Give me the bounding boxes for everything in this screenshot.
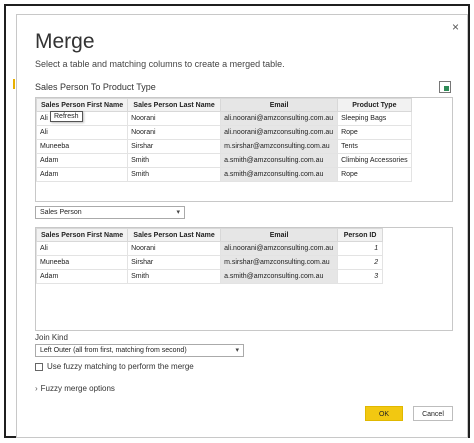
column-header-last-name[interactable]: Sales Person Last Name [127,98,222,112]
table-cell: Noorani [127,241,222,256]
first-table-grid: Sales Person First Name Sales Person Las… [36,98,412,182]
table-cell: Smith [127,167,222,182]
table-cell: a.smith@amzconsulting.com.au [220,269,339,284]
column-header-email[interactable]: Email [220,98,339,112]
table-cell: Muneeba [36,255,129,270]
second-table-grid: Sales Person First Name Sales Person Las… [36,228,384,284]
refresh-tooltip: Refresh [50,111,83,122]
chevron-right-icon: › [35,384,38,393]
fuzzy-merge-options-toggle[interactable]: › Fuzzy merge options [35,384,115,393]
column-header-email[interactable]: Email [220,228,339,242]
table-cell: ali.noorani@amzconsulting.com.au [220,125,339,140]
chevron-down-icon: ▾ [235,347,239,354]
first-table-preview: Sales Person First Name Sales Person Las… [35,97,453,202]
table-cell: Noorani [127,125,222,140]
fuzzy-matching-row: Use fuzzy matching to perform the merge [35,362,194,371]
table-cell: Noorani [127,111,222,126]
table-cell: Tents [337,139,412,154]
join-kind-value: Left Outer (all from first, matching fro… [40,347,187,354]
fuzzy-merge-options-label: Fuzzy merge options [40,384,115,393]
second-table-preview: Sales Person First Name Sales Person Las… [35,227,453,331]
table-cell: Adam [36,269,129,284]
table-cell: ali.noorani@amzconsulting.com.au [220,241,339,256]
table-cell: Climbing Accessories [337,153,412,168]
table-cell: Sirshar [127,255,222,270]
table-cell: ali.noorani@amzconsulting.com.au [220,111,339,126]
column-header-last-name[interactable]: Sales Person Last Name [127,228,222,242]
table-cell: Sirshar [127,139,222,154]
preview-refresh-icon[interactable] [439,81,451,93]
screenshot-frame: × Merge Select a table and matching colu… [4,4,470,438]
focus-accent [13,79,15,89]
table-row[interactable]: Ali Noorani ali.noorani@amzconsulting.com.… [36,241,384,256]
dialog-subtitle: Select a table and matching columns to c… [35,59,285,69]
table-row[interactable]: Adam Smith a.smith@amzconsulting.com.au Rop… [36,167,412,182]
fuzzy-matching-label[interactable]: Use fuzzy matching to perform the merge [47,362,194,371]
chevron-down-icon: ▾ [176,209,180,216]
table-cell: 2 [337,255,384,270]
table-cell: Rope [337,167,412,182]
dialog-title: Merge [35,30,95,53]
table-cell: m.sirshar@amzconsulting.com.au [220,139,339,154]
table-cell: Muneeba [36,139,129,154]
table-row[interactable]: Muneeba Sirshar m.sirshar@amzconsulting.co… [36,139,412,154]
table-cell: Smith [127,153,222,168]
cancel-button[interactable]: Cancel [413,406,453,421]
table-cell: Ali [36,241,129,256]
table-cell: Smith [127,269,222,284]
table-row[interactable]: Muneeba Sirshar m.sirshar@amzconsulting.co… [36,255,384,270]
close-icon[interactable]: × [452,21,459,33]
table-row[interactable]: Adam Smith a.smith@amzconsulting.com.au Cli… [36,153,412,168]
column-header-person-id[interactable]: Person ID [337,228,384,242]
join-kind-select[interactable]: Left Outer (all from first, matching fro… [35,344,244,357]
table-cell: 1 [337,241,384,256]
second-table-select-value: Sales Person [40,209,82,216]
first-table-label: Sales Person To Product Type [35,82,156,92]
table-cell: a.smith@amzconsulting.com.au [220,167,339,182]
column-header-first-name[interactable]: Sales Person First Name [36,228,129,242]
join-kind-label: Join Kind [35,333,68,342]
table-cell: a.smith@amzconsulting.com.au [220,153,339,168]
table-cell: Adam [36,153,129,168]
table-row[interactable]: Ali Noorani ali.noorani@amzconsulting.com.… [36,111,412,126]
table-cell: m.sirshar@amzconsulting.com.au [220,255,339,270]
table-row[interactable]: Ali Noorani ali.noorani@amzconsulting.com.… [36,125,412,140]
table-cell: 3 [337,269,384,284]
merge-dialog: × Merge Select a table and matching colu… [13,14,468,438]
table-row[interactable]: Adam Smith a.smith@amzconsulting.com.au 3 [36,269,384,284]
table-cell: Adam [36,167,129,182]
column-header-first-name[interactable]: Sales Person First Name [36,98,129,112]
column-header-product-type[interactable]: Product Type [337,98,412,112]
table-cell: Ali [36,125,129,140]
table-cell: Sleeping Bags [337,111,412,126]
table-cell: Rope [337,125,412,140]
fuzzy-matching-checkbox[interactable] [35,362,43,371]
second-table-select[interactable]: Sales Person ▾ [35,206,185,219]
ok-button[interactable]: OK [365,406,403,421]
